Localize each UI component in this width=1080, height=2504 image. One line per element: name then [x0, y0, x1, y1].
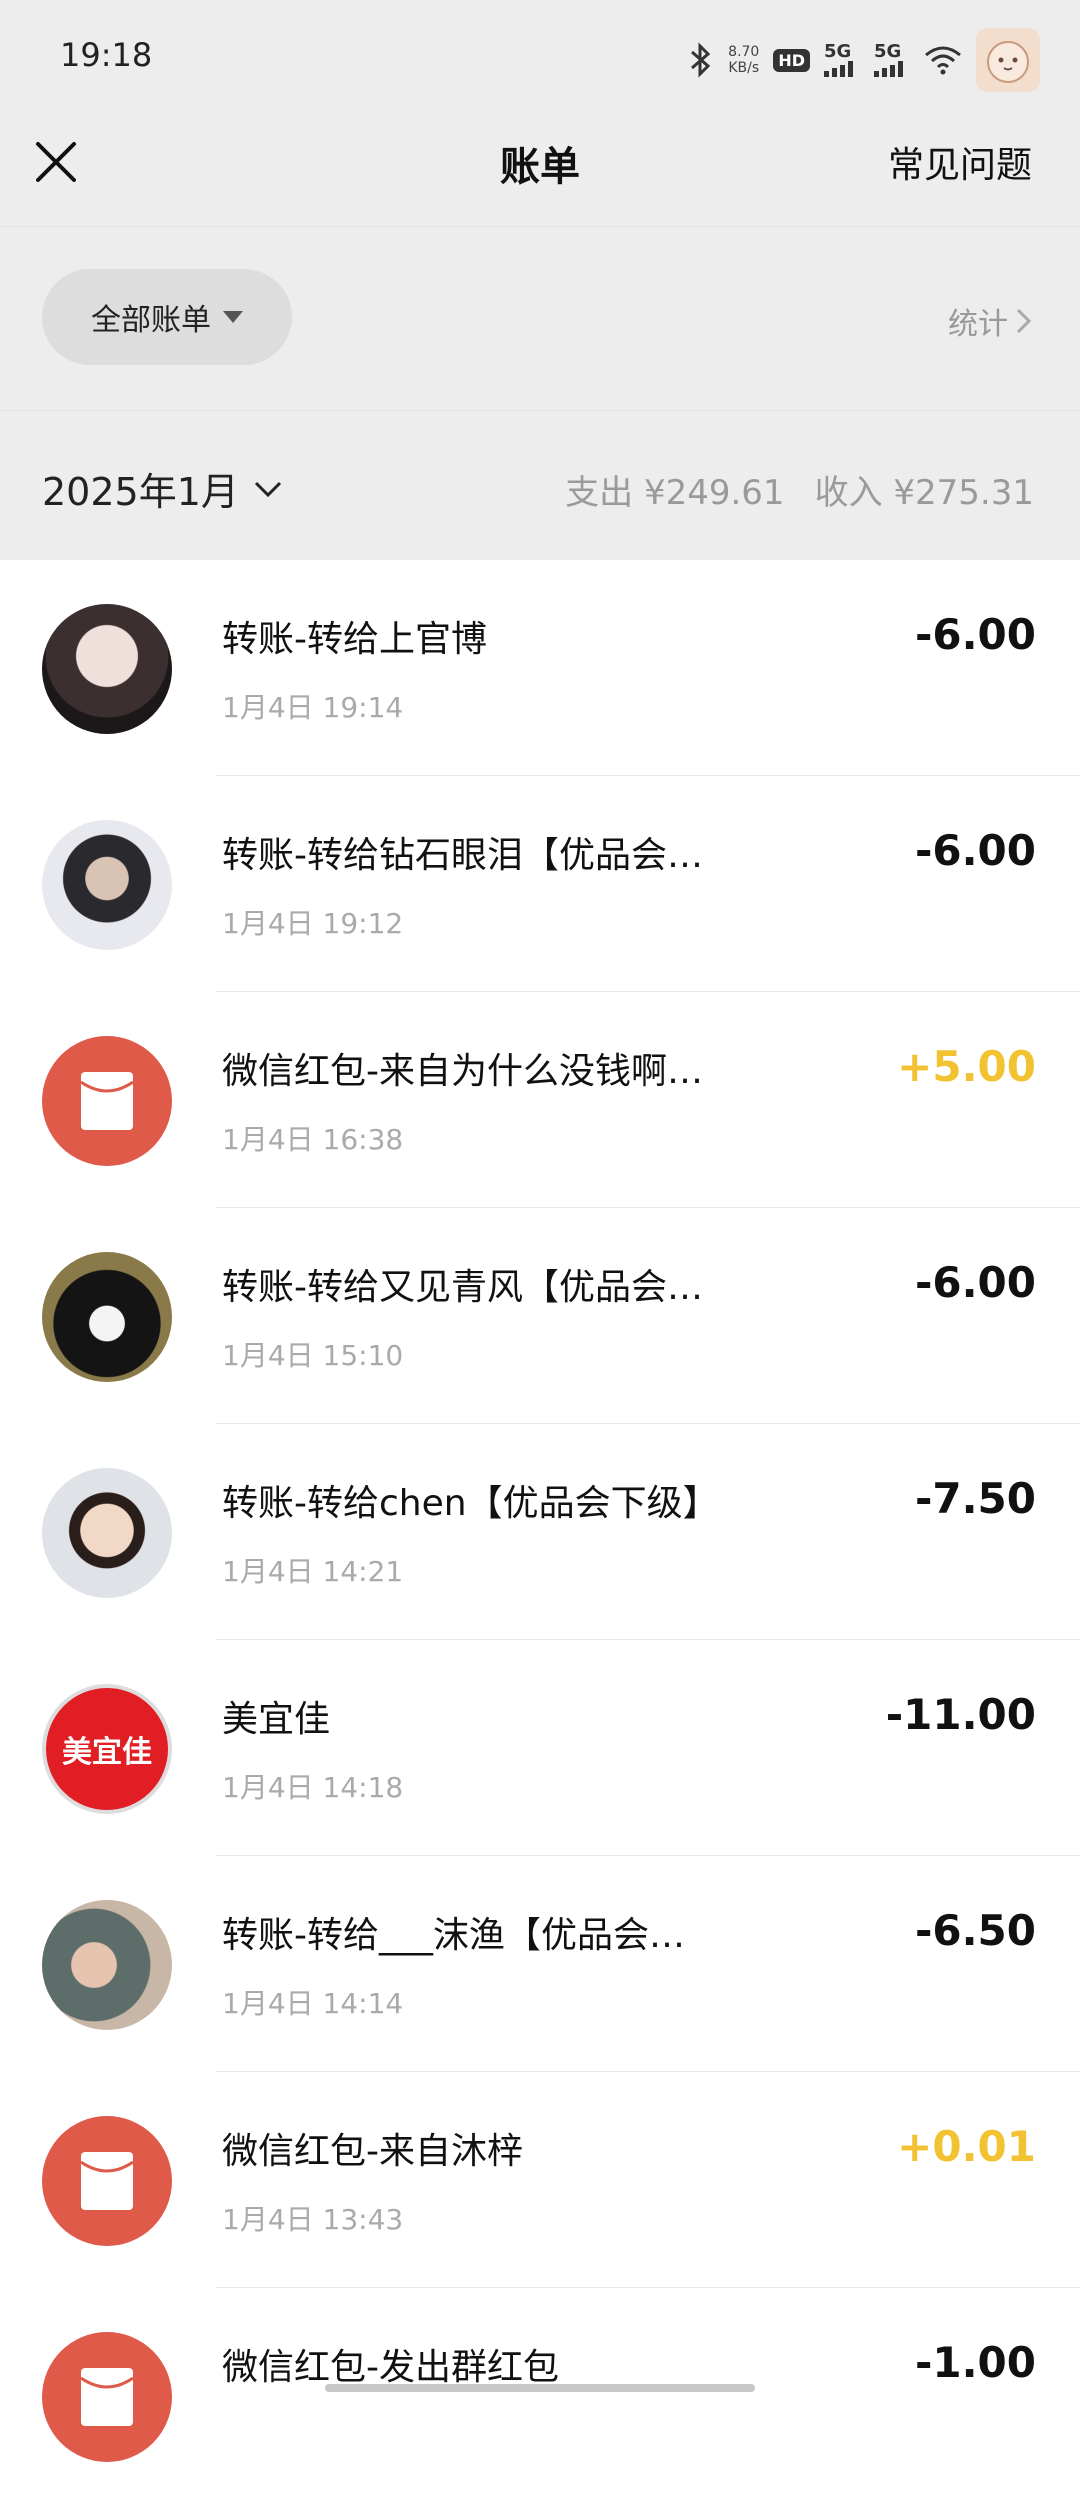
transaction-title: 微信红包-发出群红包: [222, 2347, 559, 2388]
transaction-amount: -6.50: [914, 1906, 1036, 1955]
transaction-amount: +5.00: [897, 1042, 1036, 1091]
avatar: [42, 820, 172, 950]
nav-bar: 账单 常见问题: [0, 110, 1080, 226]
transaction-title: 转账-转给又见青风【优品会…: [222, 1267, 703, 1308]
income-label: 收入: [814, 473, 883, 513]
faq-link[interactable]: 常见问题: [888, 136, 1032, 188]
transaction-amount: -6.00: [914, 1258, 1036, 1307]
transaction-title: 转账-转给钻石眼泪【优品会…: [222, 835, 703, 876]
month-label: 2025年1月: [42, 470, 239, 514]
expense-value: ¥249.61: [643, 473, 785, 513]
net-label-1: 5G: [824, 41, 852, 62]
transaction-time: 1月4日 19:14: [222, 691, 404, 724]
status-bar: 19:18 8.70 KB/s HD 5G 5G: [0, 0, 1080, 110]
avatar: [42, 1468, 172, 1598]
transaction-title: 转账-转给chen【优品会下级】: [222, 1483, 719, 1524]
stats-link[interactable]: 统计: [948, 299, 1034, 343]
red-packet-icon: [42, 2116, 172, 2246]
wifi-icon: [924, 45, 962, 75]
transaction-time: 1月4日 14:18: [222, 1771, 404, 1804]
speed-unit: KB/s: [728, 60, 760, 76]
transaction-row[interactable]: 转账-转给chen【优品会下级】 1月4日 14:21 -7.50: [0, 1424, 1080, 1640]
red-packet-icon: [42, 2332, 172, 2462]
transaction-row[interactable]: 美宜佳 美宜佳 1月4日 14:18 -11.00: [0, 1640, 1080, 1856]
transaction-row[interactable]: 转账-转给钻石眼泪【优品会… 1月4日 19:12 -6.00: [0, 776, 1080, 992]
transaction-amount: -11.00: [885, 1690, 1036, 1739]
transaction-time: 1月4日 15:10: [222, 1339, 404, 1372]
income-value: ¥275.31: [893, 473, 1034, 513]
transaction-title: 微信红包-来自为什么没钱啊…: [222, 1051, 703, 1092]
hd-badge: HD: [773, 48, 810, 72]
signal-icon: [824, 61, 853, 77]
merchant-logo: 美宜佳: [42, 1684, 172, 1814]
avatar: [42, 1900, 172, 2030]
transaction-amount: -6.00: [914, 826, 1036, 875]
transaction-row[interactable]: 微信红包-来自为什么没钱啊… 1月4日 16:38 +5.00: [0, 992, 1080, 1208]
transaction-time: 1月4日 16:38: [222, 1123, 404, 1156]
transaction-title: 转账-转给上官博: [222, 619, 487, 660]
month-row: 2025年1月 支出 ¥249.61 收入 ¥275.31: [0, 410, 1080, 561]
chevron-right-icon: [1016, 308, 1032, 334]
profile-avatar-icon[interactable]: [976, 28, 1040, 92]
network-5g-2: 5G: [874, 43, 910, 77]
stats-label: 统计: [948, 307, 1008, 342]
filter-row: 全部账单 统计: [0, 226, 1080, 411]
transaction-row[interactable]: 微信红包-发出群红包 -1.00: [0, 2288, 1080, 2504]
filter-label: 全部账单: [91, 303, 211, 338]
transaction-time: 1月4日 19:12: [222, 907, 404, 940]
transaction-amount: -6.00: [914, 610, 1036, 659]
transaction-title: 美宜佳: [222, 1699, 331, 1740]
transaction-list: 转账-转给上官博 1月4日 19:14 -6.00 转账-转给钻石眼泪【优品会……: [0, 560, 1080, 2504]
transaction-row[interactable]: 转账-转给又见青风【优品会… 1月4日 15:10 -6.00: [0, 1208, 1080, 1424]
caret-down-icon: [223, 311, 243, 323]
status-time: 19:18: [60, 36, 153, 74]
income-summary: 收入 ¥275.31: [815, 465, 1034, 514]
transaction-row[interactable]: 转账-转给___沫渔【优品会… 1月4日 14:14 -6.50: [0, 1856, 1080, 2072]
bill-type-filter-button[interactable]: 全部账单: [42, 269, 292, 365]
transaction-amount: +0.01: [897, 2122, 1036, 2171]
expense-label: 支出: [565, 473, 634, 513]
avatar: [42, 1252, 172, 1382]
network-speed: 8.70 KB/s: [728, 44, 759, 76]
transaction-row[interactable]: 转账-转给上官博 1月4日 19:14 -6.00: [0, 560, 1080, 776]
transaction-title: 微信红包-来自沐梓: [222, 2131, 523, 2172]
red-packet-icon: [42, 1036, 172, 1166]
month-summary: 支出 ¥249.61 收入 ¥275.31: [565, 465, 1034, 514]
transaction-row[interactable]: 微信红包-来自沐梓 1月4日 13:43 +0.01: [0, 2072, 1080, 2288]
chevron-down-icon: [254, 481, 281, 497]
home-indicator[interactable]: [325, 2384, 755, 2392]
network-5g-1: 5G: [824, 43, 860, 77]
bluetooth-icon: [688, 42, 714, 78]
speed-value: 8.70: [728, 44, 760, 60]
status-icons: 8.70 KB/s HD 5G 5G: [688, 28, 1040, 92]
signal-icon: [874, 61, 903, 77]
avatar: [42, 604, 172, 734]
transaction-title: 转账-转给___沫渔【优品会…: [222, 1915, 685, 1956]
expense-summary: 支出 ¥249.61: [565, 465, 784, 514]
transaction-amount: -1.00: [914, 2338, 1036, 2387]
month-selector[interactable]: 2025年1月: [42, 461, 283, 516]
transaction-amount: -7.50: [914, 1474, 1036, 1523]
header-area: 19:18 8.70 KB/s HD 5G 5G 账单 常见问题 全部账单 统计…: [0, 0, 1080, 560]
transaction-time: 1月4日 13:43: [222, 2203, 404, 2236]
net-label-2: 5G: [874, 41, 902, 62]
transaction-time: 1月4日 14:14: [222, 1987, 404, 2020]
transaction-time: 1月4日 14:21: [222, 1555, 404, 1588]
